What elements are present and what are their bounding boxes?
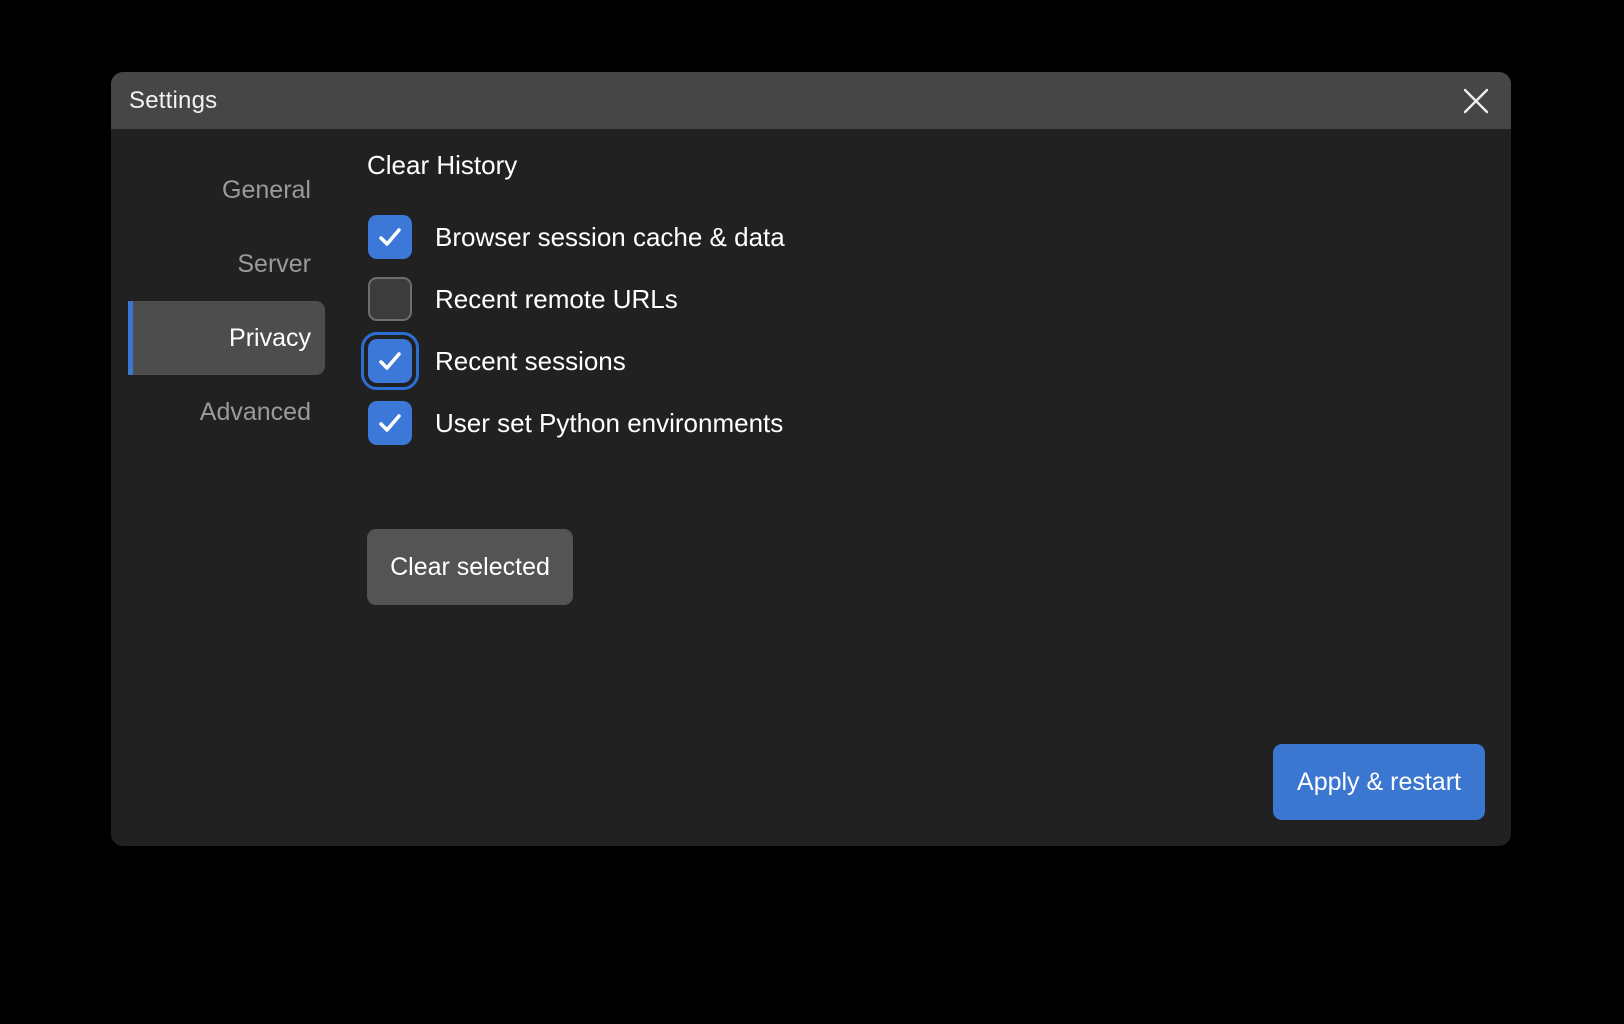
clear-selected-button[interactable]: Clear selected (367, 529, 573, 605)
checkbox-row-recent-sessions[interactable]: Recent sessions (367, 330, 1267, 392)
checkbox-browser-session[interactable] (367, 214, 413, 260)
sidebar-item-label: Advanced (200, 398, 311, 427)
checkbox-label: Browser session cache & data (435, 222, 785, 253)
check-icon (376, 223, 404, 251)
sidebar-item-label: Server (237, 250, 311, 279)
checkbox-label: Recent remote URLs (435, 284, 678, 315)
screen: Settings General Server (0, 0, 1624, 1024)
apply-restart-button[interactable]: Apply & restart (1273, 744, 1485, 820)
checkbox-box (368, 215, 412, 259)
section-title: Clear History (367, 150, 517, 181)
checkbox-recent-sessions[interactable] (367, 338, 413, 384)
checkbox-label: User set Python environments (435, 408, 783, 439)
settings-sidebar: General Server Privacy Advanced (111, 129, 331, 846)
check-icon (376, 347, 404, 375)
sidebar-item-privacy[interactable]: Privacy (128, 301, 325, 375)
dialog-title: Settings (129, 87, 217, 115)
settings-dialog: Settings General Server (111, 72, 1511, 846)
checkbox-box (368, 401, 412, 445)
sidebar-item-label: Privacy (229, 324, 311, 353)
dialog-titlebar: Settings (111, 72, 1511, 129)
clear-history-options: Browser session cache & data Recent remo… (367, 206, 1267, 454)
checkbox-row-python-environments[interactable]: User set Python environments (367, 392, 1267, 454)
privacy-panel: Clear History Browser session cache & da… (331, 129, 1511, 846)
checkbox-box (368, 277, 412, 321)
checkbox-recent-remote-urls[interactable] (367, 276, 413, 322)
dialog-body: General Server Privacy Advanced Clear Hi… (111, 129, 1511, 846)
sidebar-item-label: General (222, 176, 311, 205)
checkbox-label: Recent sessions (435, 346, 626, 377)
checkbox-row-browser-session[interactable]: Browser session cache & data (367, 206, 1267, 268)
checkbox-python-environments[interactable] (367, 400, 413, 446)
close-button[interactable] (1455, 80, 1497, 122)
sidebar-item-server[interactable]: Server (111, 227, 325, 301)
check-icon (376, 409, 404, 437)
checkbox-row-recent-remote-urls[interactable]: Recent remote URLs (367, 268, 1267, 330)
sidebar-item-advanced[interactable]: Advanced (111, 375, 325, 449)
close-icon (1463, 88, 1489, 114)
checkbox-box (368, 339, 412, 383)
sidebar-item-general[interactable]: General (111, 153, 325, 227)
